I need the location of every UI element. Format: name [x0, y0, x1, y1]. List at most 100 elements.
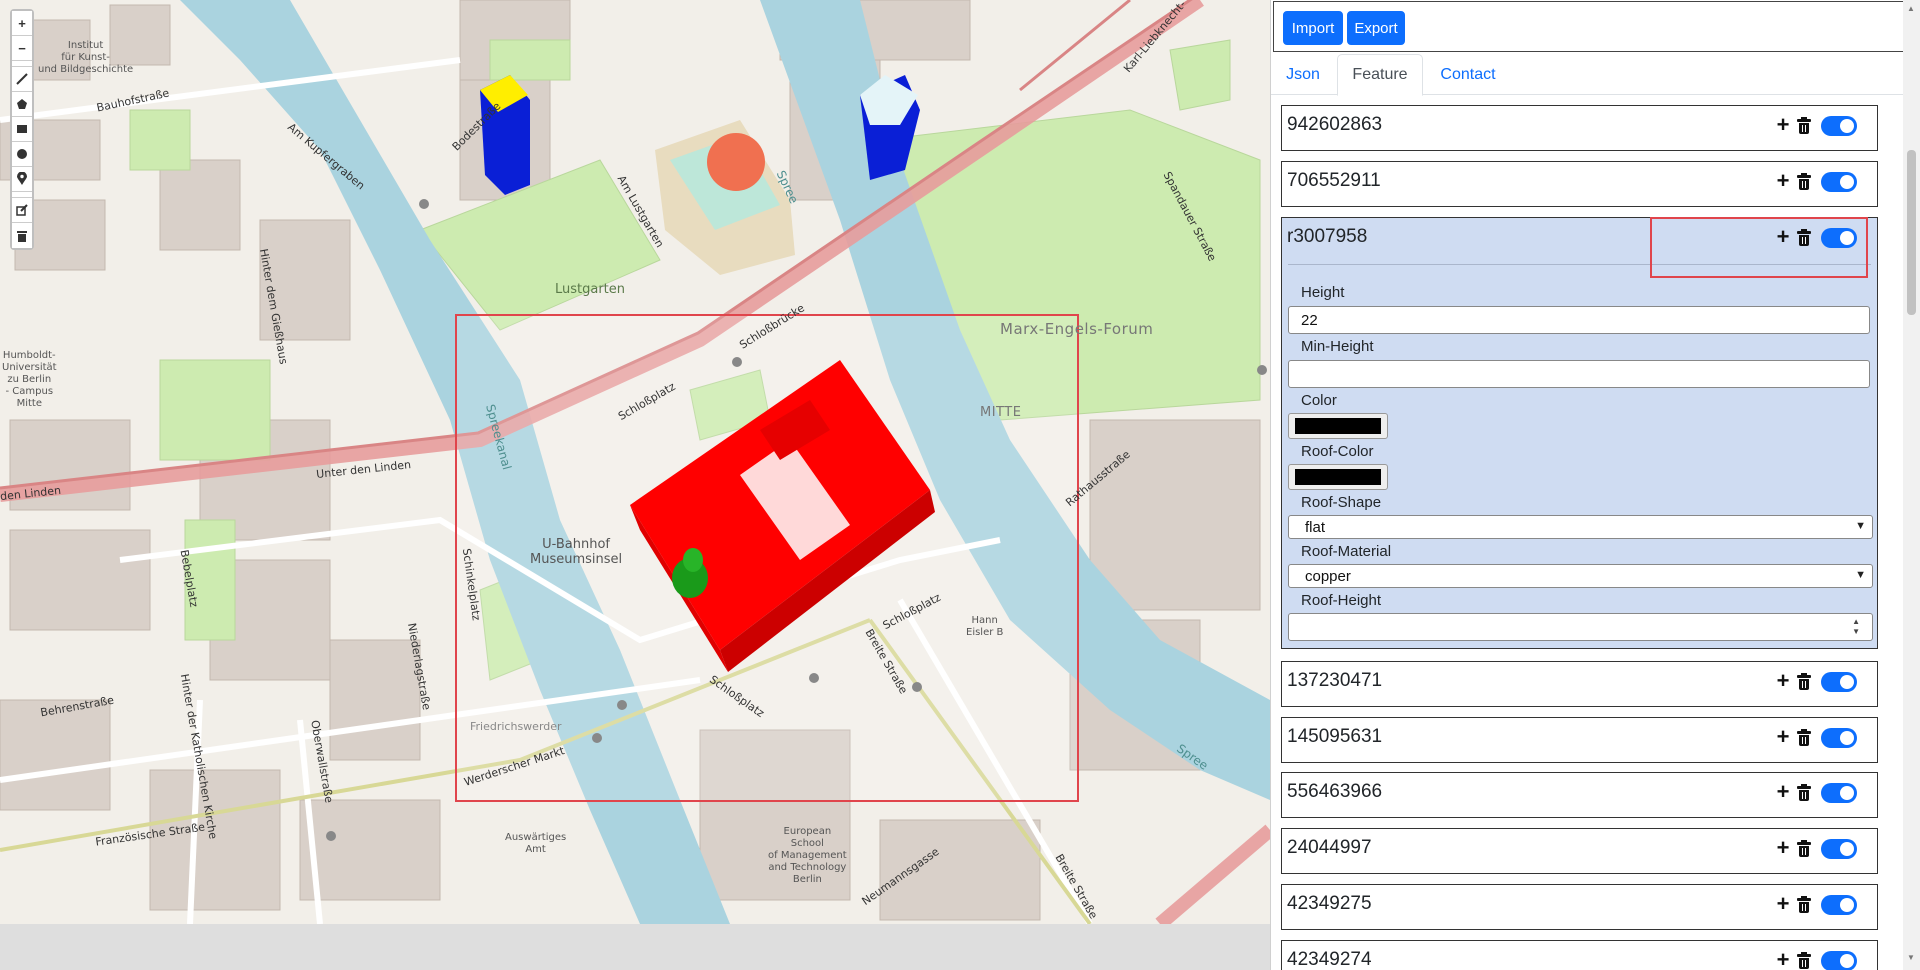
roof-material-select[interactable]: copper ▼	[1288, 564, 1873, 588]
color-picker[interactable]	[1288, 413, 1388, 439]
trash-icon[interactable]	[1797, 173, 1811, 190]
add-icon[interactable]: +	[1775, 837, 1791, 859]
polygon-icon	[17, 99, 27, 109]
import-button[interactable]: Import	[1283, 11, 1343, 45]
color-swatch-fill	[1295, 418, 1381, 434]
add-icon[interactable]: +	[1775, 170, 1791, 192]
edit-layers-button[interactable]	[12, 198, 32, 223]
add-icon[interactable]: +	[1775, 949, 1791, 970]
visibility-toggle[interactable]	[1821, 951, 1857, 970]
trash-icon[interactable]	[1797, 896, 1811, 913]
feature-card[interactable]: 42349274 +	[1281, 940, 1878, 970]
zoom-in-button[interactable]: +	[12, 11, 32, 36]
spinner-icon[interactable]: ▲ ▼	[1852, 617, 1860, 637]
visibility-toggle[interactable]	[1821, 728, 1857, 748]
tab-bar: Json Feature Contact	[1271, 54, 1903, 96]
draw-toolbar: + −	[10, 9, 34, 250]
feature-actions: +	[1775, 949, 1857, 970]
feature-id[interactable]: 706552911	[1287, 170, 1381, 192]
feature-actions: +	[1775, 781, 1857, 803]
trash-icon[interactable]	[1797, 673, 1811, 690]
feature-id[interactable]: 145095631	[1287, 726, 1382, 748]
feature-sidebar: Import Export Json Feature Contact 94260…	[1270, 0, 1920, 970]
height-label: Height	[1301, 284, 1345, 301]
feature-id[interactable]: 24044997	[1287, 837, 1372, 859]
feature-id[interactable]: r3007958	[1287, 226, 1367, 248]
tab-json[interactable]: Json	[1271, 54, 1335, 95]
sidebar-scrollbar[interactable]: ▲ ▼	[1903, 0, 1920, 970]
scroll-up-arrow-icon[interactable]: ▲	[1907, 4, 1915, 13]
rectangle-icon	[17, 125, 27, 133]
roof-color-label: Roof-Color	[1301, 443, 1374, 460]
draw-polyline-button[interactable]	[12, 67, 32, 92]
feature-actions: +	[1775, 837, 1857, 859]
roof-shape-label: Roof-Shape	[1301, 494, 1382, 511]
add-icon[interactable]: +	[1775, 893, 1791, 915]
trash-icon[interactable]	[1797, 952, 1811, 969]
export-button[interactable]: Export	[1347, 11, 1405, 45]
scrollbar-thumb[interactable]	[1907, 150, 1916, 315]
feature-id[interactable]: 942602863	[1287, 114, 1382, 136]
feature-card[interactable]: 24044997 +	[1281, 828, 1878, 874]
map-view[interactable]: Institut für Kunst- und Bildgeschichte B…	[0, 0, 1270, 924]
add-icon[interactable]: +	[1775, 726, 1791, 748]
chevron-down-icon: ▼	[1855, 520, 1866, 532]
delete-layers-button[interactable]	[12, 223, 32, 248]
feature-card[interactable]: 137230471 +	[1281, 661, 1878, 707]
trash-icon[interactable]	[1797, 729, 1811, 746]
feature-card[interactable]: 706552911 +	[1281, 161, 1878, 207]
height-input[interactable]: 22	[1288, 306, 1870, 334]
feature-actions: +	[1775, 893, 1857, 915]
feature-id[interactable]: 137230471	[1287, 670, 1382, 692]
edit-icon	[16, 204, 28, 216]
draw-rectangle-button[interactable]	[12, 117, 32, 142]
trash-icon[interactable]	[1797, 784, 1811, 801]
add-icon[interactable]: +	[1775, 670, 1791, 692]
trash-icon[interactable]	[1797, 117, 1811, 134]
feature-actions: +	[1775, 726, 1857, 748]
roof-shape-select[interactable]: flat ▼	[1288, 515, 1873, 539]
feature-card-expanded[interactable]: r3007958 + Height 22 Min-Height Color Ro…	[1281, 217, 1878, 649]
tab-feature[interactable]: Feature	[1337, 54, 1423, 96]
feature-actions: +	[1775, 170, 1857, 192]
feature-id[interactable]: 556463966	[1287, 781, 1382, 803]
feature-card[interactable]: 42349275 +	[1281, 884, 1878, 930]
feature-id[interactable]: 42349275	[1287, 893, 1372, 915]
min-height-input[interactable]	[1288, 360, 1870, 388]
roof-color-swatch-fill	[1295, 469, 1381, 485]
roof-height-label: Roof-Height	[1301, 592, 1382, 609]
map-canvas[interactable]	[0, 0, 1270, 924]
draw-polygon-button[interactable]	[12, 92, 32, 117]
min-height-label: Min-Height	[1301, 338, 1374, 355]
roof-material-label: Roof-Material	[1301, 543, 1392, 560]
feature-card[interactable]: 556463966 +	[1281, 772, 1878, 818]
feature-actions: +	[1775, 114, 1857, 136]
map-footer-area	[0, 924, 1270, 970]
color-label: Color	[1301, 392, 1337, 409]
trash-icon[interactable]	[1797, 840, 1811, 857]
add-icon[interactable]: +	[1775, 114, 1791, 136]
scroll-down-arrow-icon[interactable]: ▼	[1907, 953, 1915, 962]
visibility-toggle[interactable]	[1821, 895, 1857, 915]
visibility-toggle[interactable]	[1821, 839, 1857, 859]
feature-card[interactable]: 145095631 +	[1281, 717, 1878, 763]
trash-icon	[17, 231, 27, 242]
visibility-toggle[interactable]	[1821, 672, 1857, 692]
roof-height-input[interactable]: ▲ ▼	[1288, 613, 1873, 641]
visibility-toggle[interactable]	[1821, 172, 1857, 192]
top-action-bar: Import Export	[1273, 1, 1905, 52]
app-window: Institut für Kunst- und Bildgeschichte B…	[0, 0, 1920, 970]
actions-highlight-box	[1650, 217, 1868, 278]
feature-actions: +	[1775, 670, 1857, 692]
draw-circle-button[interactable]	[12, 142, 32, 167]
feature-card[interactable]: 942602863 +	[1281, 105, 1878, 151]
tab-contact[interactable]: Contact	[1423, 54, 1513, 95]
draw-marker-button[interactable]	[12, 167, 32, 192]
visibility-toggle[interactable]	[1821, 116, 1857, 136]
roof-color-picker[interactable]	[1288, 464, 1388, 490]
visibility-toggle[interactable]	[1821, 783, 1857, 803]
add-icon[interactable]: +	[1775, 781, 1791, 803]
marker-icon	[17, 172, 27, 185]
zoom-out-button[interactable]: −	[12, 36, 32, 61]
feature-id[interactable]: 42349274	[1287, 949, 1372, 970]
